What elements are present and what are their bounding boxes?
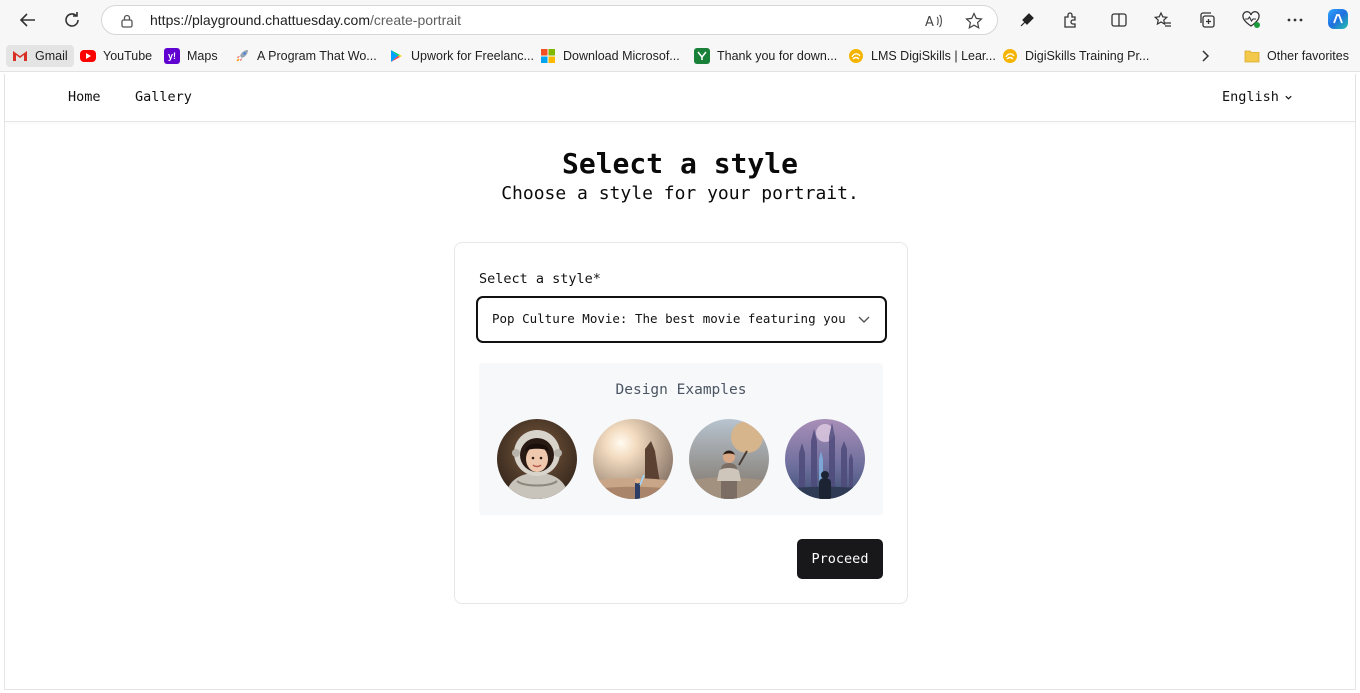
bookmark-label: Thank you for down... [717,49,838,63]
url-text[interactable]: https://playground.chattuesday.com/creat… [150,12,461,28]
read-aloud-icon[interactable]: A [924,11,944,31]
extensions-icon[interactable] [1060,9,1082,31]
bookmark-label: A Program That Wo... [257,49,377,63]
example-thumbnail-fantasy-city [785,419,865,499]
bookmark-program[interactable]: A Program That Wo... [234,45,377,67]
bookmarks-overflow-chevron-icon[interactable] [1200,45,1212,67]
page-title: Select a style [561,147,798,180]
language-label: English [1222,89,1279,105]
digiskills-icon [1002,48,1018,64]
bookmark-label: DigiSkills Training Pr... [1025,49,1150,63]
bookmark-label: Gmail [35,49,68,63]
bookmark-other-favorites[interactable]: Other favorites [1244,45,1349,67]
green-bookmark-icon [694,48,710,64]
bookmarks-bar: Gmail YouTube y! Maps A Program That Wo.… [0,40,1360,72]
style-select-value: Pop Culture Movie: The best movie featur… [492,311,846,326]
bookmark-digiskills-training[interactable]: DigiSkills Training Pr... [1002,45,1149,67]
design-examples-panel: Design Examples [479,363,883,515]
bookmark-gmail[interactable]: Gmail [6,45,74,67]
folder-icon [1244,48,1260,64]
bookmark-youtube[interactable]: YouTube [80,45,152,67]
address-bar[interactable]: https://playground.chattuesday.com/creat… [101,5,998,35]
refresh-icon[interactable] [58,6,86,34]
google-play-icon [388,48,404,64]
rocket-icon [234,48,250,64]
page-subtitle: Choose a style for your portrait. [501,183,859,204]
bookmark-thank-you[interactable]: Thank you for down... [694,45,837,67]
favorite-star-icon[interactable] [964,11,984,31]
more-menu-icon[interactable] [1284,9,1306,31]
example-thumbnail-astronaut [497,419,577,499]
copilot-icon[interactable] [1326,7,1350,31]
style-select[interactable]: Pop Culture Movie: The best movie featur… [476,296,887,343]
bookmark-label: LMS DigiSkills | Lear... [871,49,996,63]
back-icon[interactable] [14,6,42,34]
nav-home-link[interactable]: Home [68,89,101,105]
bookmark-label: Download Microsof... [563,49,680,63]
microsoft-icon [540,48,556,64]
bookmark-label: YouTube [103,49,153,63]
svg-text:A: A [925,15,934,29]
proceed-button[interactable]: Proceed [797,539,883,579]
bookmark-label: Other favorites [1267,49,1349,63]
bookmark-label: Upwork for Freelanc... [411,49,534,63]
split-screen-icon[interactable] [1108,9,1130,31]
browser-toolbar: https://playground.chattuesday.com/creat… [0,0,1360,40]
bookmark-microsoft[interactable]: Download Microsof... [540,45,680,67]
url-path: /create-portrait [369,12,462,28]
youtube-icon [80,50,96,62]
yahoo-maps-icon: y! [164,48,180,64]
bookmark-label: Maps [187,49,218,63]
style-card: Select a style* Pop Culture Movie: The b… [454,242,908,604]
eyedropper-icon[interactable] [1016,9,1038,31]
digiskills-icon [848,48,864,64]
favorites-icon[interactable] [1152,9,1174,31]
style-field-label: Select a style* [479,271,601,287]
chevron-down-icon [858,316,870,323]
site-navbar: Home Gallery English [5,74,1355,122]
design-examples-title: Design Examples [615,382,747,398]
bookmark-upwork[interactable]: Upwork for Freelanc... [388,45,534,67]
browser-essentials-icon[interactable] [1240,9,1262,31]
gmail-icon [12,48,28,64]
bookmark-maps[interactable]: y! Maps [164,45,218,67]
example-thumbnail-warrior-planet [689,419,769,499]
bookmark-lms-digiskills[interactable]: LMS DigiSkills | Lear... [848,45,996,67]
nav-gallery-link[interactable]: Gallery [135,89,192,105]
chevron-down-icon [1285,95,1292,100]
collections-icon[interactable] [1196,9,1218,31]
url-host: https://playground.chattuesday.com [150,12,370,28]
lock-icon[interactable] [118,12,136,30]
example-thumbnail-desert-sun [593,419,673,499]
page-content: Home Gallery English Select a style Choo… [4,74,1356,690]
language-selector[interactable]: English [1222,89,1293,105]
